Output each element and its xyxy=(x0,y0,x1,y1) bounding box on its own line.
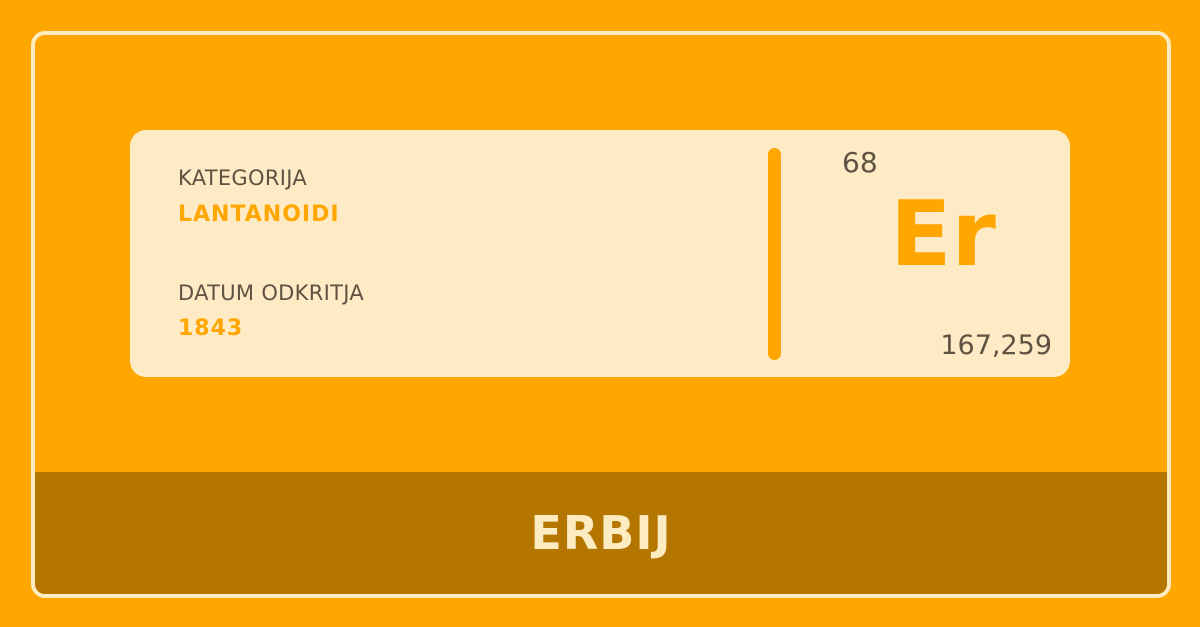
vertical-divider xyxy=(768,148,781,360)
element-info-card: KATEGORIJA LANTANOIDI DATUM ODKRITJA 184… xyxy=(130,130,1070,377)
atomic-mass: 167,259 xyxy=(940,330,1052,361)
category-label: KATEGORIJA xyxy=(178,166,308,190)
category-value: LANTANOIDI xyxy=(178,202,340,227)
element-frame: KATEGORIJA LANTANOIDI DATUM ODKRITJA 184… xyxy=(31,31,1171,598)
discovery-date-label: DATUM ODKRITJA xyxy=(178,281,365,305)
discovery-date-value: 1843 xyxy=(178,316,244,341)
element-symbol: Er xyxy=(890,182,996,287)
atomic-number: 68 xyxy=(842,146,878,179)
element-name: ERBIJ xyxy=(530,506,672,560)
element-name-bar: ERBIJ xyxy=(35,472,1167,594)
